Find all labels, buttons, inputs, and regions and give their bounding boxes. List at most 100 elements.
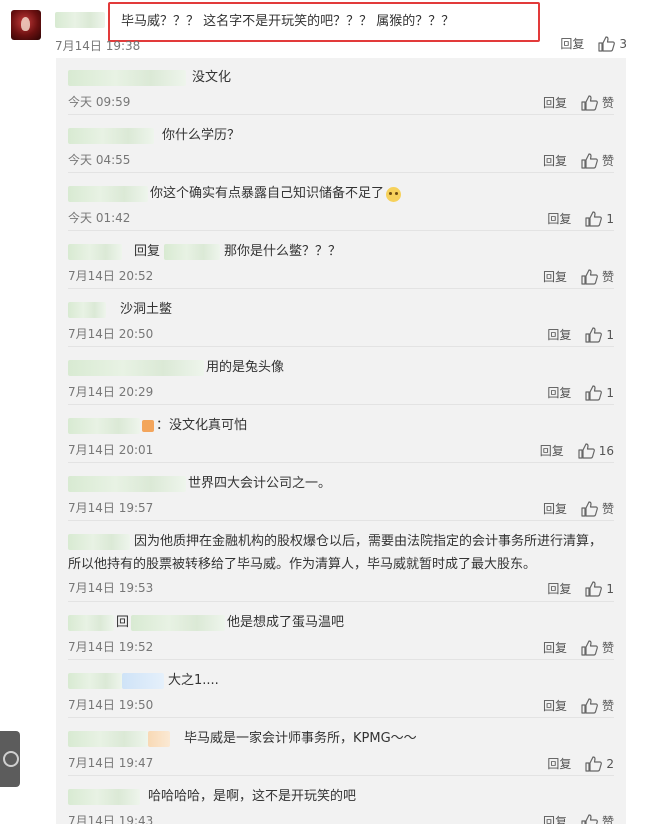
thumbs-up-icon bbox=[581, 152, 598, 169]
like-button[interactable]: 赞 bbox=[581, 500, 614, 517]
reply-text: ：没文化真可怕 bbox=[156, 418, 248, 433]
divider bbox=[68, 172, 614, 173]
floating-tool-icon[interactable] bbox=[0, 731, 20, 787]
reply-prefix: 回复 bbox=[134, 244, 161, 259]
like-count: 赞 bbox=[601, 502, 614, 516]
username-blurred[interactable] bbox=[68, 128, 154, 144]
like-button[interactable]: 1 bbox=[585, 210, 614, 227]
username-blurred[interactable] bbox=[68, 302, 106, 318]
username-blurred[interactable] bbox=[148, 731, 170, 747]
username-blurred[interactable] bbox=[68, 360, 204, 376]
avatar[interactable] bbox=[11, 10, 41, 40]
thumbs-up-icon bbox=[581, 697, 598, 714]
username-blurred[interactable] bbox=[68, 534, 130, 550]
divider bbox=[68, 288, 614, 289]
reply-text: 大之1.... bbox=[168, 673, 219, 688]
reply-item: 沙洞土鳖 7月14日 20:50 回复 1 bbox=[68, 300, 614, 343]
like-button[interactable]: 赞 bbox=[581, 697, 614, 714]
thumbs-up-icon bbox=[581, 94, 598, 111]
divider bbox=[68, 601, 614, 602]
reply-text: 因为他质押在金融机构的股权爆仓以后，需要由法院指定的会计事务所进行清算， bbox=[134, 534, 603, 549]
reply-text: 你什么学历？ bbox=[162, 128, 241, 143]
reply-button[interactable]: 回复 bbox=[543, 500, 567, 517]
username-blurred[interactable] bbox=[164, 244, 221, 260]
reply-item: 你这个确实有点暴露自己知识储备不足了 今天 01:42 回复 1 bbox=[68, 184, 614, 227]
like-button[interactable]: 2 bbox=[585, 755, 614, 772]
like-count: 1 bbox=[606, 211, 614, 226]
reply-actions: 回复 赞 bbox=[543, 500, 614, 517]
comment-text: 毕马威？？？ 这名字不是开玩笑的吧？？？ 属猴的？？？ bbox=[121, 14, 455, 29]
like-button[interactable]: 赞 bbox=[581, 639, 614, 656]
username-blurred[interactable] bbox=[122, 673, 164, 689]
username-blurred[interactable] bbox=[68, 70, 186, 86]
reply-button[interactable]: 回复 bbox=[543, 268, 567, 285]
thumbs-up-icon bbox=[598, 35, 616, 52]
username-blurred[interactable] bbox=[68, 673, 122, 689]
reply-button[interactable]: 回复 bbox=[547, 326, 571, 343]
reply-button[interactable]: 回复 bbox=[543, 152, 567, 169]
username-blurred[interactable] bbox=[68, 418, 140, 434]
divider bbox=[68, 346, 614, 347]
username-blurred[interactable] bbox=[55, 12, 105, 28]
like-button[interactable]: 赞 bbox=[581, 268, 614, 285]
reply-item: 大之1.... 7月14日 19:50 回复 赞 bbox=[68, 671, 614, 714]
reply-button[interactable]: 回复 bbox=[560, 35, 584, 52]
like-button[interactable]: 3 bbox=[598, 35, 627, 52]
reply-time: 7月14日 19:43 bbox=[68, 813, 154, 824]
reply-actions: 回复 赞 bbox=[543, 697, 614, 714]
reply-button[interactable]: 回复 bbox=[540, 442, 564, 459]
like-count: 赞 bbox=[601, 154, 614, 168]
reply-actions: 回复 1 bbox=[547, 580, 614, 597]
reply-actions: 回复 2 bbox=[547, 755, 614, 772]
reply-button[interactable]: 回复 bbox=[547, 384, 571, 401]
like-button[interactable]: 1 bbox=[585, 580, 614, 597]
like-count: 1 bbox=[606, 385, 614, 400]
username-blurred[interactable] bbox=[131, 615, 226, 631]
like-count: 赞 bbox=[601, 96, 614, 110]
thumbs-up-icon bbox=[585, 384, 603, 401]
username-blurred[interactable] bbox=[68, 186, 148, 202]
like-count: 1 bbox=[606, 581, 614, 596]
like-count: 2 bbox=[606, 756, 614, 771]
reply-time: 7月14日 19:57 bbox=[68, 500, 154, 515]
comment-actions: 回复 3 bbox=[560, 35, 627, 52]
reply-actions: 回复 赞 bbox=[543, 639, 614, 656]
reply-actions: 回复 1 bbox=[547, 210, 614, 227]
reply-item: 用的是兔头像 7月14日 20:29 回复 1 bbox=[68, 358, 614, 401]
divider bbox=[68, 659, 614, 660]
reply-actions: 回复 赞 bbox=[543, 94, 614, 111]
username-blurred[interactable] bbox=[68, 244, 122, 260]
reply-button[interactable]: 回复 bbox=[543, 94, 567, 111]
like-button[interactable]: 赞 bbox=[581, 813, 614, 824]
divider bbox=[68, 520, 614, 521]
badge-icon bbox=[142, 420, 154, 432]
thumbs-up-icon bbox=[578, 442, 595, 459]
username-blurred[interactable] bbox=[68, 789, 140, 805]
reply-prefix: 回 bbox=[116, 615, 130, 630]
like-button[interactable]: 16 bbox=[578, 442, 614, 459]
like-button[interactable]: 1 bbox=[585, 384, 614, 401]
username-blurred[interactable] bbox=[68, 615, 114, 631]
username-blurred[interactable] bbox=[68, 476, 186, 492]
reply-item: 回复 那你是什么鳖？？？ 7月14日 20:52 回复 赞 bbox=[68, 242, 614, 285]
reply-time: 7月14日 19:52 bbox=[68, 639, 154, 654]
like-count: 1 bbox=[606, 327, 614, 342]
divider bbox=[68, 462, 614, 463]
thumbs-up-icon bbox=[581, 268, 598, 285]
reply-text: 他是想成了蛋马温吧 bbox=[227, 615, 345, 630]
reply-time: 7月14日 20:01 bbox=[68, 442, 154, 457]
username-blurred[interactable] bbox=[68, 731, 148, 747]
reply-button[interactable]: 回复 bbox=[547, 210, 571, 227]
reply-button[interactable]: 回复 bbox=[543, 697, 567, 714]
like-button[interactable]: 赞 bbox=[581, 94, 614, 111]
reply-button[interactable]: 回复 bbox=[543, 813, 567, 824]
reply-button[interactable]: 回复 bbox=[547, 755, 571, 772]
reply-text: 毕马威是一家会计师事务所，KPMG～～ bbox=[184, 731, 417, 746]
like-button[interactable]: 1 bbox=[585, 326, 614, 343]
reply-button[interactable]: 回复 bbox=[547, 580, 571, 597]
comment-time: 7月14日 19:38 bbox=[55, 39, 141, 53]
like-button[interactable]: 赞 bbox=[581, 152, 614, 169]
reply-button[interactable]: 回复 bbox=[543, 639, 567, 656]
reply-text: 用的是兔头像 bbox=[206, 360, 285, 375]
divider bbox=[68, 717, 614, 718]
